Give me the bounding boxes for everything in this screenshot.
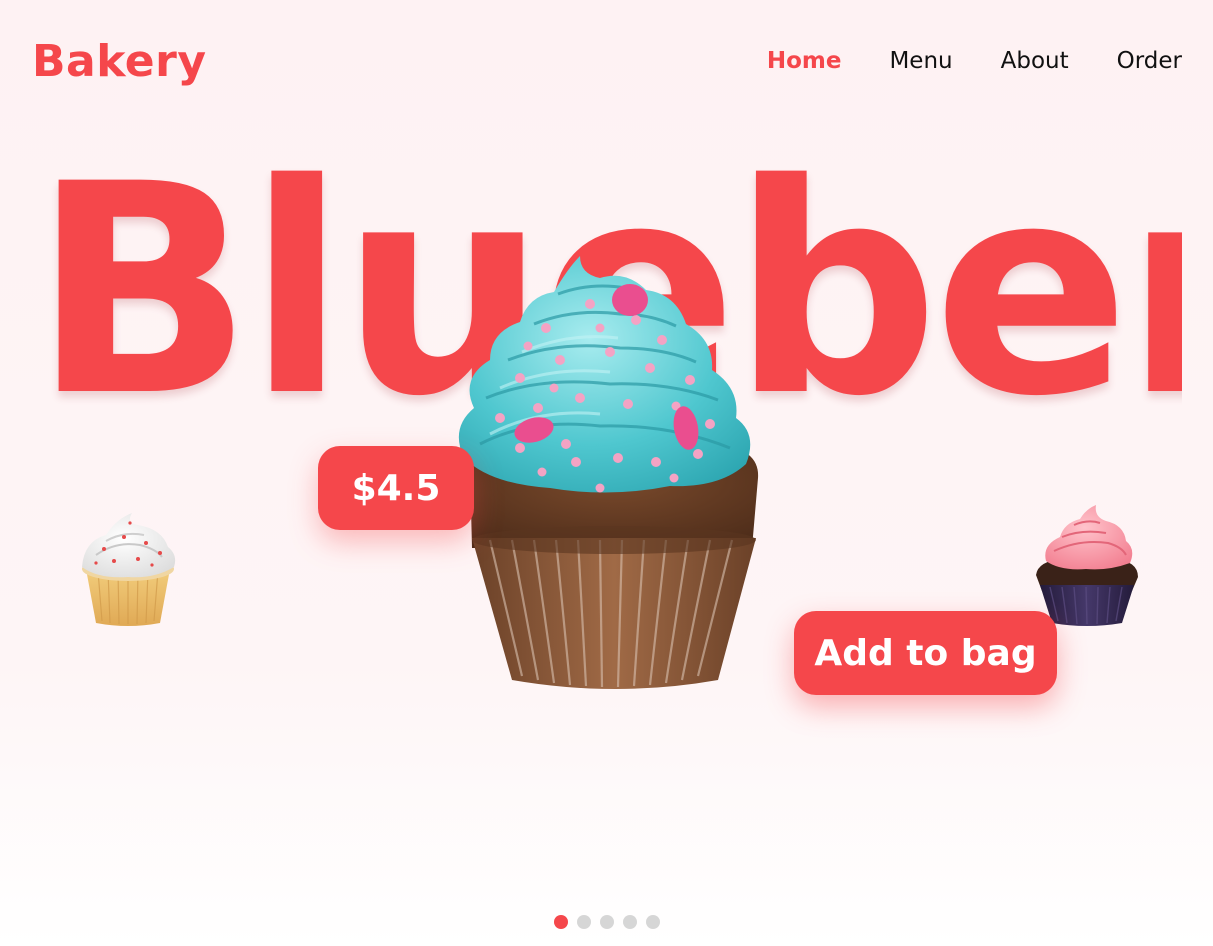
nav-item-home[interactable]: Home — [767, 48, 842, 74]
add-to-bag-button[interactable]: Add to bag — [794, 611, 1057, 695]
main-nav: Home Menu About Order — [767, 48, 1182, 74]
carousel-dot-2[interactable] — [577, 915, 591, 929]
price-badge: $4.5 — [318, 446, 474, 530]
vanilla-cupcake-image[interactable] — [76, 505, 180, 627]
carousel-dot-1[interactable] — [554, 915, 568, 929]
bakery-logo[interactable]: Bakery — [32, 36, 207, 87]
carousel-dot-3[interactable] — [600, 915, 614, 929]
blueberry-cupcake-image[interactable] — [450, 248, 770, 693]
carousel-dot-4[interactable] — [623, 915, 637, 929]
carousel-dot-5[interactable] — [646, 915, 660, 929]
strawberry-cupcake-image[interactable] — [1034, 505, 1140, 627]
nav-item-order[interactable]: Order — [1117, 48, 1182, 74]
carousel-dots — [554, 915, 660, 929]
nav-item-about[interactable]: About — [1001, 48, 1069, 74]
nav-item-menu[interactable]: Menu — [889, 48, 952, 74]
